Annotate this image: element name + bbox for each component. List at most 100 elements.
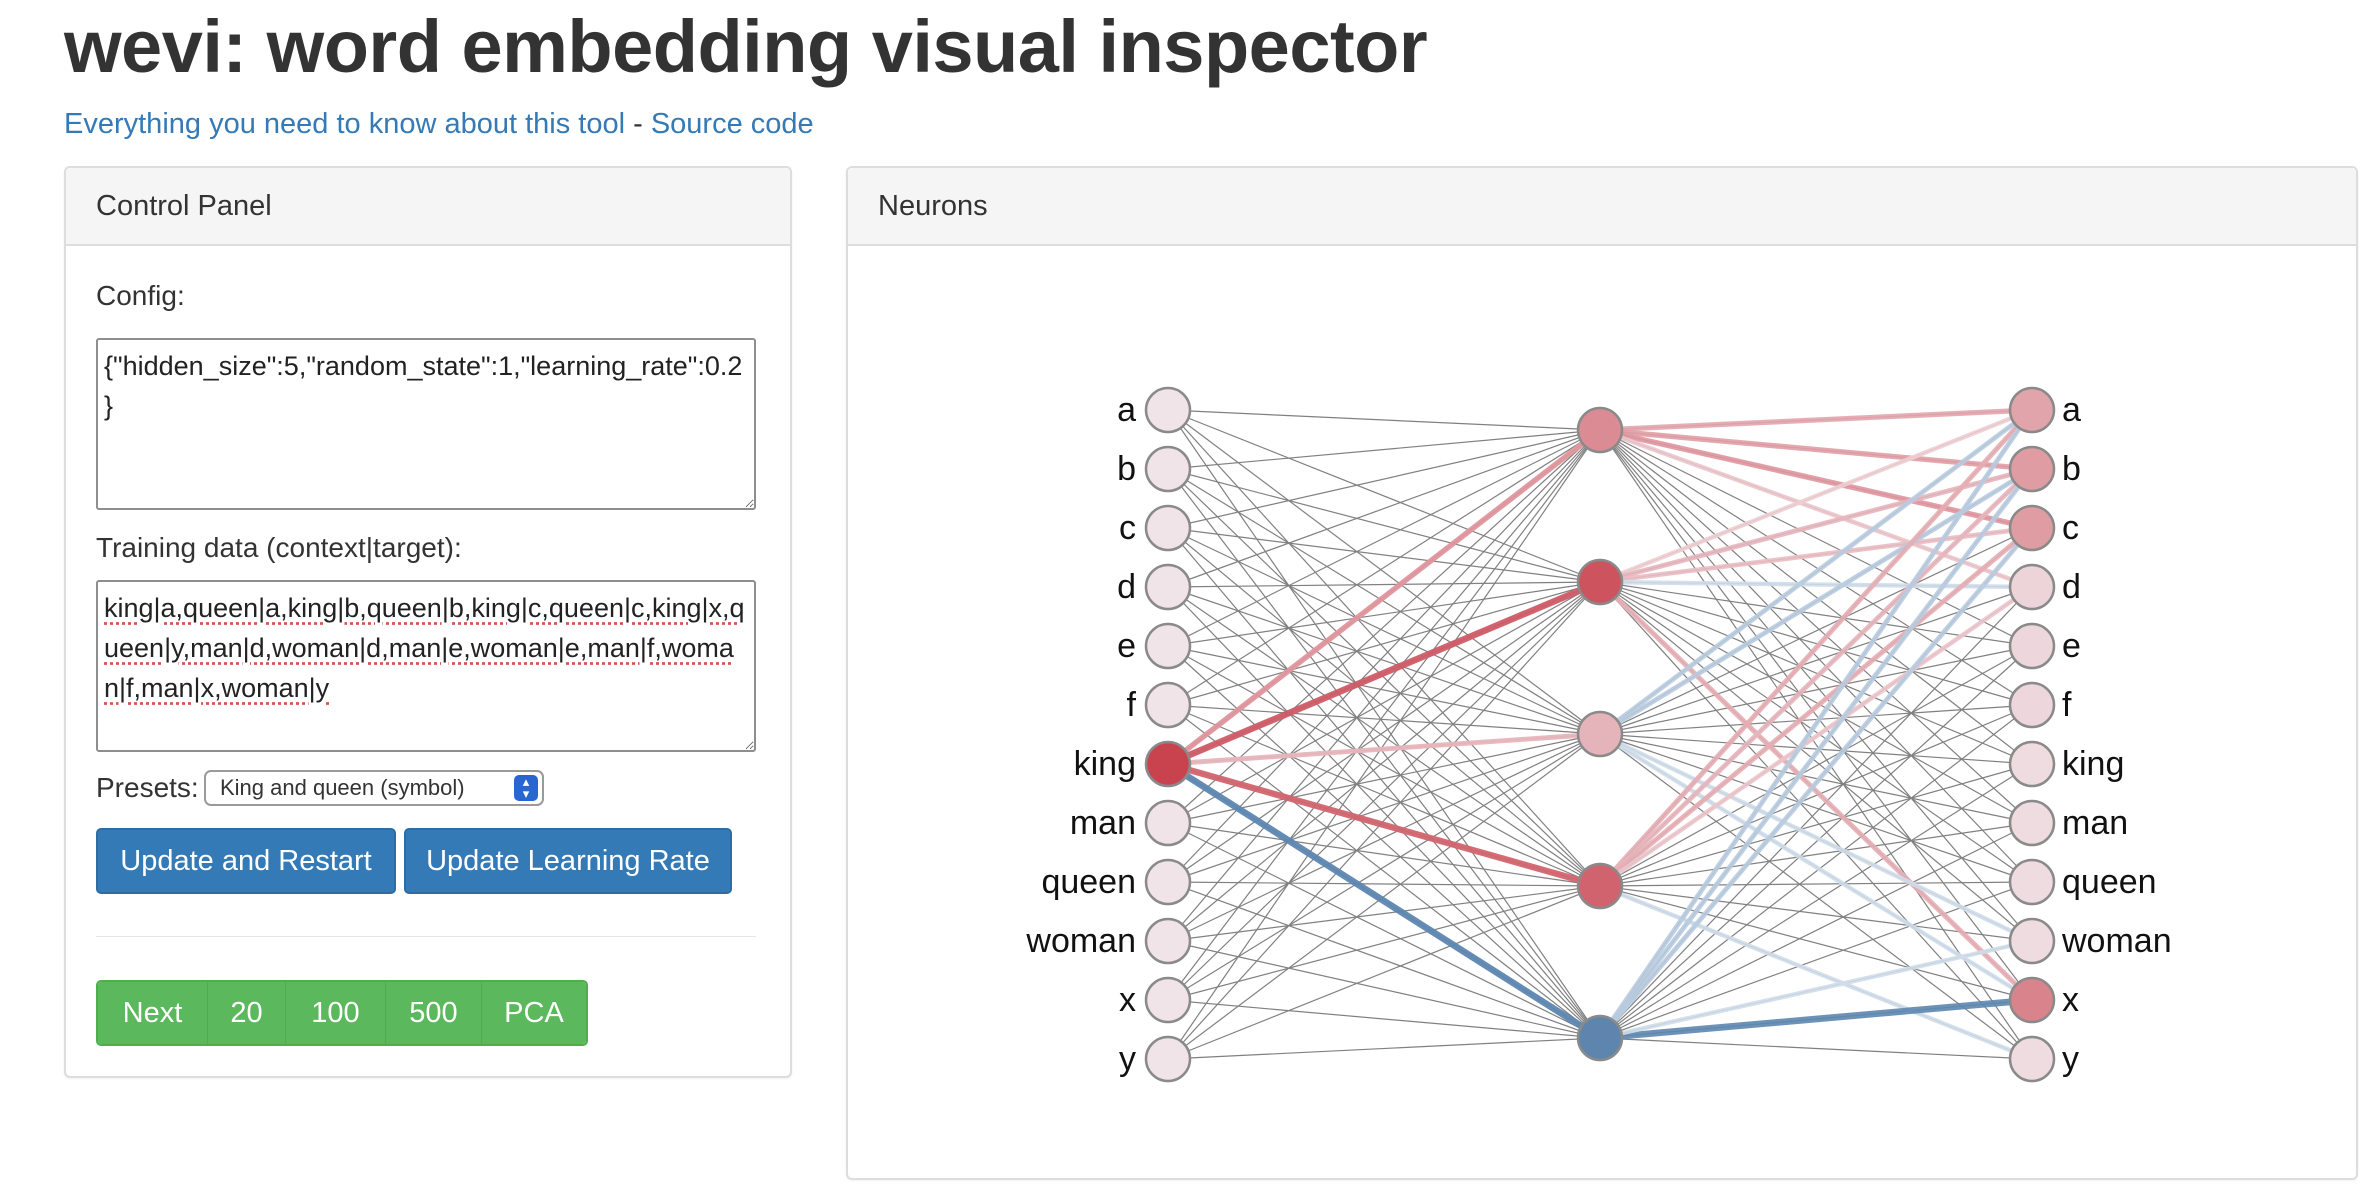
input-hidden-edge [1167, 429, 1601, 706]
output-neuron-x [2008, 976, 2056, 1024]
input-hidden-edge [1167, 885, 1601, 1060]
output-label-a: a [2062, 391, 2081, 429]
presets-select[interactable]: King and queen (symbol) ▴ ▾ [204, 770, 544, 806]
input-label-queen: queen [1041, 863, 1136, 901]
output-neuron-c [2008, 504, 2056, 552]
training-data-label: Training data (context|target): [96, 532, 462, 563]
training-step-buttons: Next 20 100 500 PCA [96, 980, 588, 1046]
hidden-output-edge [1599, 1037, 2033, 1060]
input-hidden-edge [1167, 704, 1601, 735]
weighted-edge-h3-b [1598, 467, 2034, 888]
select-arrows-icon: ▴ ▾ [514, 775, 538, 801]
output-label-f: f [2062, 686, 2072, 724]
output-label-king: king [2062, 745, 2124, 783]
output-label-x: x [2062, 981, 2079, 1019]
about-link[interactable]: Everything you need to know about this t… [64, 108, 625, 140]
input-label-f: f [1127, 686, 1137, 724]
hidden-neuron-1 [1576, 558, 1624, 606]
input-neuron-e [1144, 622, 1192, 670]
neurons-panel: Neurons a b c d e f king man queen woman x y a b c d e f k… [846, 166, 2358, 1180]
pca-button[interactable]: PCA [482, 982, 586, 1044]
input-label-x: x [1119, 981, 1136, 1019]
output-label-c: c [2062, 509, 2079, 547]
input-neuron-king [1144, 740, 1192, 788]
hidden-neuron-2 [1576, 710, 1624, 758]
input-hidden-edge [1167, 940, 1601, 1039]
link-separator: - [625, 108, 651, 140]
output-label-b: b [2062, 450, 2081, 488]
input-neuron-d [1144, 563, 1192, 611]
input-hidden-edge [1167, 881, 1601, 887]
input-label-d: d [1117, 568, 1136, 606]
input-label-b: b [1117, 450, 1136, 488]
output-label-d: d [2062, 568, 2081, 606]
output-label-y: y [2062, 1040, 2079, 1078]
weighted-edge-h0-a [1599, 407, 2033, 433]
next-button[interactable]: Next [98, 982, 208, 1044]
update-and-restart-button[interactable]: Update and Restart [96, 828, 396, 894]
step-20-button[interactable]: 20 [208, 982, 286, 1044]
input-hidden-edge [1167, 885, 1601, 942]
weighted-edge-h4-a [1597, 408, 2035, 1040]
input-hidden-edge [1167, 468, 1601, 583]
step-100-button[interactable]: 100 [286, 982, 386, 1044]
input-hidden-edge [1167, 645, 1601, 1039]
config-textarea[interactable] [96, 338, 756, 510]
output-neuron-man [2008, 799, 2056, 847]
output-neuron-y [2008, 1035, 2056, 1083]
input-hidden-edge [1167, 645, 1601, 887]
training-data-textarea[interactable] [96, 580, 756, 752]
input-neuron-man [1144, 799, 1192, 847]
input-label-y: y [1119, 1040, 1136, 1078]
input-neuron-queen [1144, 858, 1192, 906]
control-panel-heading: Control Panel [66, 168, 790, 246]
input-hidden-edge [1167, 645, 1601, 735]
neuron-nodes: abcdefkingmanqueenwomanxyabcdefkingmanqu… [1025, 386, 2172, 1083]
output-label-man: man [2062, 804, 2128, 842]
output-neuron-woman [2008, 917, 2056, 965]
input-label-c: c [1119, 509, 1136, 547]
update-learning-rate-button[interactable]: Update Learning Rate [404, 828, 732, 894]
output-neuron-a [2008, 386, 2056, 434]
weighted-edge-king-h4 [1166, 761, 1602, 1041]
input-hidden-edge [1167, 409, 1601, 431]
input-neuron-y [1144, 1035, 1192, 1083]
input-label-king: king [1074, 745, 1136, 783]
input-label-e: e [1117, 627, 1136, 665]
output-neuron-queen [2008, 858, 2056, 906]
input-label-woman: woman [1025, 922, 1136, 960]
control-panel: Control Panel Config: Training data (con… [64, 166, 792, 1078]
output-neuron-e [2008, 622, 2056, 670]
input-hidden-edge [1167, 409, 1601, 1039]
output-label-queen: queen [2062, 863, 2157, 901]
hidden-neuron-4 [1576, 1014, 1624, 1062]
neurons-panel-heading: Neurons [848, 168, 2356, 246]
step-500-button[interactable]: 500 [386, 982, 482, 1044]
presets-label: Presets: [96, 772, 199, 803]
output-label-e: e [2062, 627, 2081, 665]
presets-selected-value: King and queen (symbol) [220, 775, 465, 800]
hidden-neuron-0 [1576, 406, 1624, 454]
input-neuron-a [1144, 386, 1192, 434]
input-label-a: a [1117, 391, 1136, 429]
hidden-output-edge [1599, 881, 2033, 887]
input-neuron-woman [1144, 917, 1192, 965]
output-label-woman: woman [2061, 922, 2172, 960]
output-neuron-f [2008, 681, 2056, 729]
input-hidden-edge [1167, 429, 1601, 1060]
input-neuron-f [1144, 681, 1192, 729]
input-hidden-edge [1167, 1037, 1601, 1060]
output-neuron-d [2008, 563, 2056, 611]
weighted-edge-king-h0 [1166, 427, 1602, 767]
input-hidden-edge [1167, 581, 1601, 1001]
neural-network-diagram: abcdefkingmanqueenwomanxyabcdefkingmanqu… [1025, 386, 2172, 1083]
hidden-neuron-3 [1576, 862, 1624, 910]
hidden-output-edge [1599, 763, 2033, 1039]
input-neuron-c [1144, 504, 1192, 552]
input-neuron-b [1144, 445, 1192, 493]
input-hidden-edge [1167, 468, 1601, 1039]
output-neuron-b [2008, 445, 2056, 493]
page-title: wevi: word embedding visual inspector [64, 5, 1428, 88]
divider [96, 936, 756, 937]
source-code-link[interactable]: Source code [651, 108, 814, 140]
